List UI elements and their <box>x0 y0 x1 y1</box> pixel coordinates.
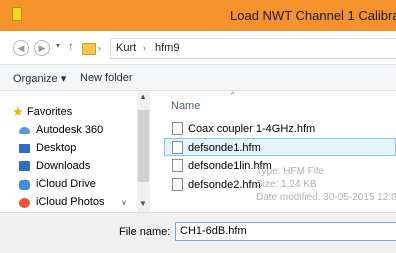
tooltip-size: Size: 1,24 KB <box>256 179 317 190</box>
breadcrumb-kurt[interactable]: Kurt <box>116 42 136 54</box>
filename-input[interactable]: CH1-6dB.hfm <box>175 222 396 241</box>
sidebar-item-favorites[interactable]: Favorites <box>27 106 72 118</box>
icloud-drive-icon <box>19 180 30 190</box>
sidebar-item-desktop[interactable]: Desktop <box>36 142 76 154</box>
icloud-photos-icon <box>19 198 30 208</box>
breadcrumb-separator-icon: › <box>143 43 146 53</box>
star-icon: ★ <box>12 104 24 119</box>
window-title: Load NWT Channel 1 Calibrati <box>230 8 396 23</box>
sort-ascending-icon: ^ <box>231 92 235 99</box>
up-arrow-icon[interactable]: ↑ <box>68 39 74 53</box>
scroll-down-icon[interactable]: ▼ <box>139 199 147 208</box>
collapse-chevron-icon[interactable]: ∨ <box>121 198 127 207</box>
filename-label: File name: <box>119 226 171 238</box>
file-row-coax-coupler[interactable]: Coax coupler 1-4GHz.hfm <box>188 123 315 135</box>
cloud-icon <box>19 127 30 134</box>
file-row-defsonde2[interactable]: defsonde2.hfm <box>188 179 261 191</box>
history-dropdown-icon[interactable]: ▾ <box>56 41 60 50</box>
desktop-icon <box>19 144 30 153</box>
breadcrumb-hfm9[interactable]: hfm9 <box>155 42 179 54</box>
column-header-name[interactable]: Name <box>171 100 200 112</box>
downloads-icon <box>19 161 30 171</box>
organize-button[interactable]: Organize ▾ <box>13 72 66 85</box>
sidebar-item-icloud-drive[interactable]: iCloud Drive <box>36 178 96 190</box>
sidebar-item-autodesk-360[interactable]: Autodesk 360 <box>36 124 103 136</box>
file-icon <box>172 178 183 191</box>
file-icon <box>172 141 183 154</box>
sidebar-item-icloud-photos[interactable]: iCloud Photos <box>36 196 105 208</box>
sidebar-scrollbar-thumb[interactable] <box>138 110 149 182</box>
breadcrumb-separator-icon: › <box>98 43 101 53</box>
sidebar-item-downloads[interactable]: Downloads <box>36 160 90 172</box>
address-bar[interactable] <box>110 38 396 59</box>
tooltip-modified: Date modified: 30-05-2015 12:0 <box>256 192 396 203</box>
back-button[interactable]: ◀ <box>13 40 29 56</box>
new-folder-button[interactable]: New folder <box>80 72 133 84</box>
folder-icon <box>82 43 96 55</box>
file-icon <box>172 159 183 172</box>
file-icon <box>172 122 183 135</box>
forward-button[interactable]: ▶ <box>34 40 50 56</box>
scroll-up-icon[interactable]: ▲ <box>139 92 147 101</box>
tooltip-type: Type: HFM File <box>256 166 324 177</box>
file-row-defsonde1[interactable]: defsonde1.hfm <box>188 142 261 154</box>
